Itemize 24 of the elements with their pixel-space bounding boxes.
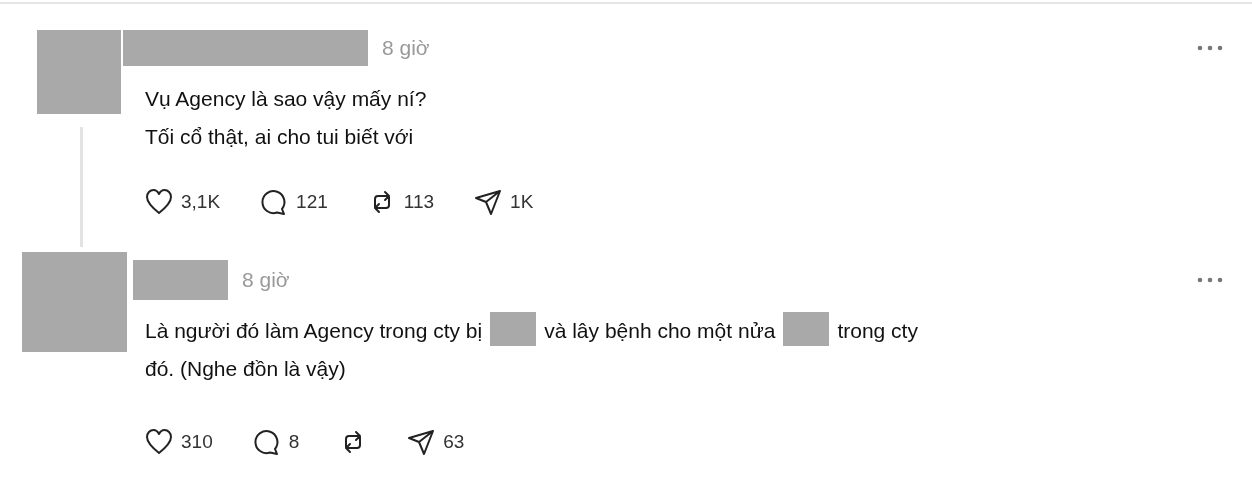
share-button[interactable]: 63 <box>407 428 465 457</box>
post-text: Là người đó làm Agency trong cty bị <box>145 319 483 342</box>
post-text: Vụ Agency là sao vậy mấy ní? <box>145 87 427 110</box>
post-time: 8 giờ <box>382 35 430 62</box>
post-text: đó. (Nghe đồn là vậy) <box>145 357 346 380</box>
post-time: 8 giờ <box>242 267 290 294</box>
more-icon[interactable] <box>1196 276 1224 284</box>
redacted-word <box>490 312 537 346</box>
send-icon <box>474 188 503 217</box>
heart-icon <box>145 188 173 217</box>
heart-icon <box>145 428 173 457</box>
comment-button[interactable]: 8 <box>252 428 300 457</box>
send-icon <box>407 428 436 457</box>
more-icon[interactable] <box>1196 44 1224 52</box>
post-text: trong cty <box>837 319 918 342</box>
comment-button[interactable]: 121 <box>260 188 328 217</box>
like-button[interactable]: 310 <box>145 428 213 457</box>
speech-bubble-icon <box>252 428 281 457</box>
post-text: Tối cổ thật, ai cho tui biết với <box>145 125 414 148</box>
redacted-word <box>783 312 830 346</box>
post-text: và lây bệnh cho một nửa <box>544 319 776 342</box>
repost-button[interactable]: 113 <box>367 188 435 217</box>
like-button[interactable]: 3,1K <box>145 188 221 217</box>
share-button[interactable]: 1K <box>474 188 534 217</box>
